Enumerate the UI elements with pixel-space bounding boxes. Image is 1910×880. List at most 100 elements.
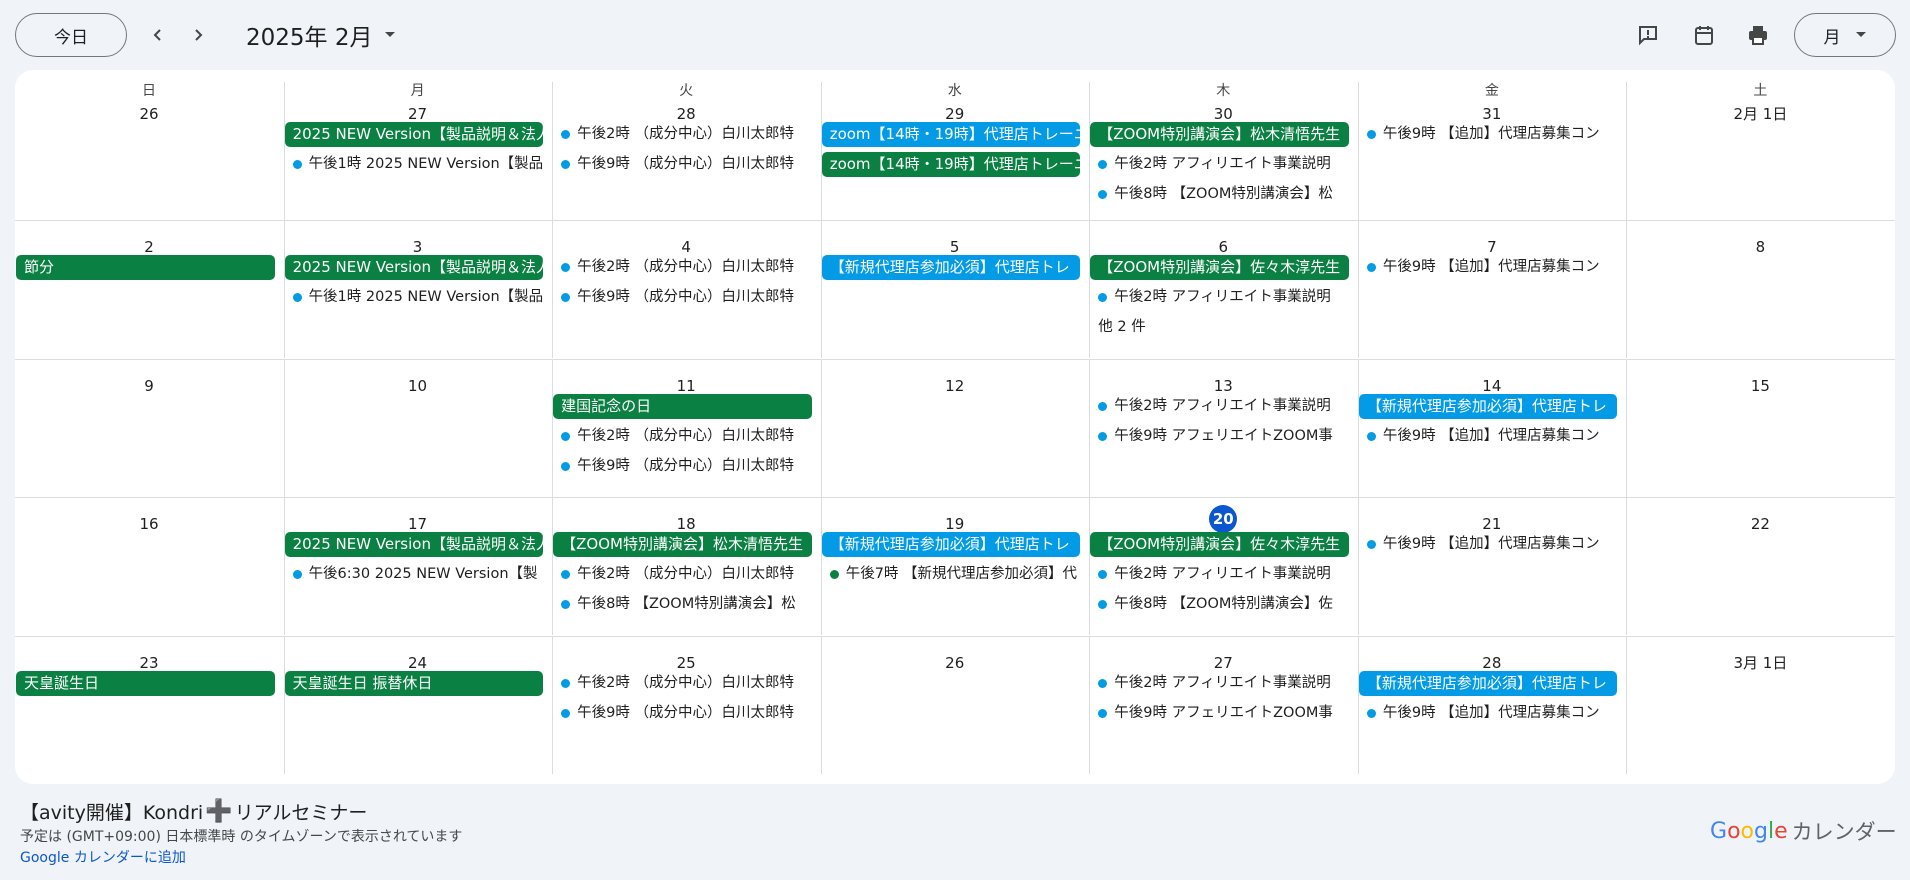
event-label: 午後8時 【ZOOM特別講演会】佐	[1114, 596, 1333, 613]
feedback-icon[interactable]	[1632, 19, 1664, 51]
view-label: 月	[1823, 27, 1841, 48]
event-label: 午後6:30 2025 NEW Version【製	[308, 566, 538, 583]
event-label: 午後9時 アフェリエイトZOOM事	[1114, 704, 1333, 721]
timed-event[interactable]: 午後2時 （成分中心）白川太郎特	[553, 123, 814, 145]
event-dot-icon	[561, 263, 571, 273]
timed-event[interactable]: 午後9時 （成分中心）白川太郎特	[553, 153, 814, 175]
timed-event[interactable]: 午後9時 （成分中心）白川太郎特	[553, 702, 814, 724]
calendar-icon[interactable]	[1688, 19, 1720, 51]
event-dot-icon	[1366, 431, 1376, 441]
timed-event[interactable]: 午後8時 【ZOOM特別講演会】松	[1090, 183, 1351, 205]
event-chip[interactable]: 【ZOOM特別講演会】佐々木淳先生	[1090, 255, 1349, 281]
day-number-label: 15	[1750, 376, 1770, 395]
event-chip[interactable]: 【新規代理店参加必須】代理店トレ	[1358, 670, 1618, 696]
timed-event[interactable]: 午後7時 【新規代理店参加必須】代	[822, 563, 1083, 585]
event-dot-icon	[1098, 401, 1108, 411]
timed-event[interactable]: 午後2時 アフィリエイト事業説明	[1090, 286, 1351, 308]
event-label: 午後8時 【ZOOM特別講演会】松	[1114, 186, 1333, 202]
timed-event[interactable]: 午後9時 【追加】代理店募集コン	[1359, 123, 1620, 145]
next-month-button[interactable]	[182, 19, 214, 51]
timed-event[interactable]: 午後8時 【ZOOM特別講演会】松	[553, 593, 814, 615]
timed-event[interactable]: 午後2時 アフィリエイト事業説明	[1090, 153, 1351, 175]
day-number-label: 20	[1209, 505, 1238, 534]
event-dot-icon	[1366, 540, 1376, 550]
more-events-link[interactable]: 他 2 件	[1090, 316, 1145, 338]
timed-event[interactable]: 午後2時 アフィリエイト事業説明	[1090, 563, 1351, 585]
today-button[interactable]: 今日	[15, 13, 127, 57]
event-chip[interactable]: 【新規代理店参加必須】代理店トレ	[821, 532, 1081, 558]
timed-event[interactable]: 午後9時 （成分中心）白川太郎特	[553, 286, 814, 308]
day-number[interactable]: 2月 1日	[1626, 100, 1894, 128]
event-dot-icon	[1098, 708, 1108, 718]
day-number[interactable]: 10	[284, 372, 552, 400]
month-selector[interactable]: 2025年 2月	[246, 19, 396, 51]
day-number[interactable]: 16	[15, 510, 283, 538]
week-row: 9 10 11 12 13 14 15 建国記念の日 【新規代理店参加必須】代理店トレ 午後2時 …	[15, 358, 1895, 497]
timed-event[interactable]: 午後9時 【追加】代理店募集コン	[1359, 256, 1620, 278]
event-chip[interactable]: 2025 NEW Version【製品説明＆法人	[284, 255, 544, 281]
day-number[interactable]: 12	[821, 372, 1089, 400]
event-chip[interactable]: zoom【14時・19時】代理店トレーニング	[821, 122, 1081, 147]
event-label: 午後7時 【新規代理店参加必須】代	[845, 566, 1078, 583]
day-number[interactable]: 20	[1089, 505, 1357, 534]
timed-event[interactable]: 午後9時 【追加】代理店募集コン	[1359, 533, 1620, 555]
event-label: 午後2時 アフィリエイト事業説明	[1114, 674, 1331, 691]
timed-event[interactable]: 午後2時 アフィリエイト事業説明	[1090, 395, 1351, 417]
event-label: 午後1時 2025 NEW Version【製品	[308, 289, 544, 306]
print-icon[interactable]	[1742, 19, 1774, 51]
event-chip[interactable]: 天皇誕生日	[16, 670, 275, 696]
event-label: 午後9時 【追加】代理店募集コン	[1382, 704, 1600, 721]
timed-event[interactable]: 午後6:30 2025 NEW Version【製	[285, 563, 546, 585]
event-dot-icon	[1366, 130, 1376, 139]
day-number[interactable]: 26	[821, 649, 1089, 677]
timed-event[interactable]: 午後2時 （成分中心）白川太郎特	[553, 256, 814, 278]
event-dot-icon	[829, 570, 839, 580]
timed-event[interactable]: 午後2時 （成分中心）白川太郎特	[553, 672, 814, 694]
event-label: 午後9時 【追加】代理店募集コン	[1382, 126, 1600, 142]
prev-month-button[interactable]	[142, 19, 174, 51]
calendar-name-part: リアルセミナー	[234, 802, 368, 824]
google-wordmark: Google	[1710, 818, 1788, 844]
event-dot-icon	[561, 708, 571, 718]
event-dot-icon	[292, 160, 302, 169]
calendar-wordmark: カレンダー	[1791, 820, 1897, 844]
week-row: 16 17 18 19 20 21 22 2025 NEW Version【製品説明＆法人 【Z…	[15, 497, 1895, 636]
week-row: 23 24 25 26 27 28 3月 1日 天皇誕生日 天皇誕生日 振替休日 【新規代理店参加…	[15, 635, 1895, 774]
event-dot-icon	[561, 160, 571, 169]
day-number[interactable]: 3月 1日	[1626, 649, 1894, 677]
event-label: 午後2時 （成分中心）白川太郎特	[577, 674, 794, 691]
event-chip[interactable]: 建国記念の日	[553, 393, 812, 419]
timed-event[interactable]: 午後1時 2025 NEW Version【製品	[285, 153, 546, 175]
timed-event[interactable]: 午後1時 2025 NEW Version【製品	[285, 286, 546, 308]
event-chip[interactable]: zoom【14時・19時】代理店トレーニング	[821, 152, 1081, 177]
day-number[interactable]: 8	[1626, 233, 1894, 261]
view-selector-button[interactable]: 月	[1794, 13, 1896, 57]
timed-event[interactable]: 午後9時 【追加】代理店募集コン	[1359, 702, 1620, 724]
day-number[interactable]: 22	[1626, 510, 1894, 538]
day-number[interactable]: 15	[1626, 372, 1894, 400]
event-chip[interactable]: 【ZOOM特別講演会】佐々木淳先生	[1090, 532, 1349, 558]
event-chip[interactable]: 【ZOOM特別講演会】松木清悟先生	[553, 532, 812, 558]
event-chip[interactable]: 【ZOOM特別講演会】松木清悟先生	[1090, 122, 1349, 147]
event-label: 午後8時 【ZOOM特別講演会】松	[577, 596, 796, 613]
timed-event[interactable]: 午後2時 （成分中心）白川太郎特	[553, 425, 814, 447]
day-number[interactable]: 9	[15, 372, 283, 400]
timed-event[interactable]: 午後9時 （成分中心）白川太郎特	[553, 455, 814, 477]
timed-event[interactable]: 午後9時 【追加】代理店募集コン	[1359, 425, 1620, 447]
timed-event[interactable]: 午後9時 アフェリエイトZOOM事	[1090, 702, 1351, 724]
timed-event[interactable]: 午後9時 アフェリエイトZOOM事	[1090, 425, 1351, 447]
timed-event[interactable]: 午後2時 アフィリエイト事業説明	[1090, 672, 1351, 694]
timed-event[interactable]: 午後8時 【ZOOM特別講演会】佐	[1090, 593, 1351, 615]
event-chip[interactable]: 2025 NEW Version【製品説明＆法人	[284, 122, 544, 147]
calendar-name-part: 【avity開催】Kondri	[20, 802, 204, 824]
add-to-google-calendar-link[interactable]: Google カレンダーに追加	[20, 847, 186, 867]
event-chip[interactable]: 【新規代理店参加必須】代理店トレ	[1358, 393, 1618, 419]
event-chip[interactable]: 天皇誕生日 振替休日	[284, 670, 544, 696]
event-chip[interactable]: 【新規代理店参加必須】代理店トレ	[821, 255, 1081, 281]
event-chip[interactable]: 2025 NEW Version【製品説明＆法人	[284, 532, 544, 558]
event-label: 午後9時 （成分中心）白川太郎特	[577, 457, 794, 474]
timed-event[interactable]: 午後2時 （成分中心）白川太郎特	[553, 563, 814, 585]
day-number[interactable]: 26	[15, 100, 283, 128]
event-chip[interactable]: 節分	[16, 255, 275, 281]
event-label: 午後9時 アフェリエイトZOOM事	[1114, 427, 1333, 444]
